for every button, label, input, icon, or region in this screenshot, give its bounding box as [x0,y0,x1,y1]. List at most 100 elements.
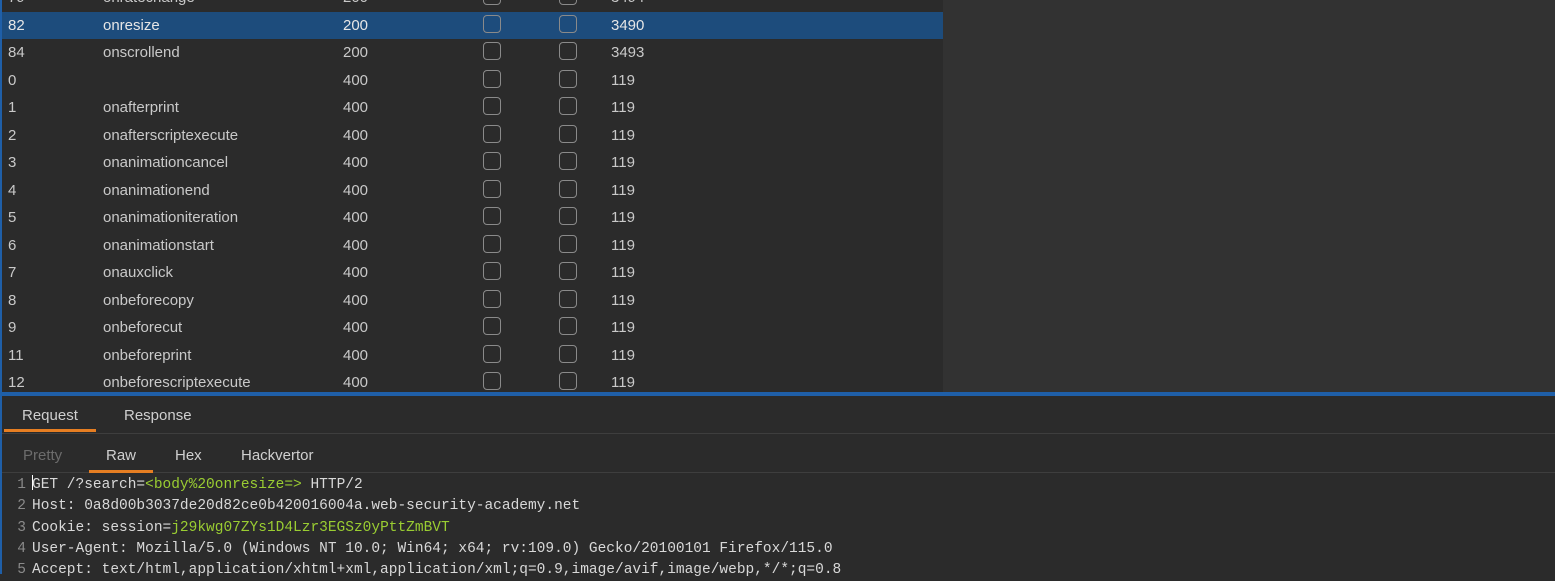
timeout-checkbox[interactable] [559,69,577,88]
param-value: j29kwg07ZYs1D4Lzr3EGSz0yPttZmBVT [171,519,450,536]
status-code-cell: 400 [343,99,369,116]
status-code-cell: 400 [343,209,369,226]
status-code-cell: 400 [343,346,369,364]
length-cell: 119 [611,319,635,336]
request-number: 8 [8,291,17,309]
error-checkbox[interactable] [483,317,501,335]
timeout-checkbox[interactable] [559,124,577,143]
payload-cell: onanimationstart [103,236,214,254]
tab-hex[interactable]: Hex [175,436,202,472]
tab-raw[interactable]: Raw [88,436,154,473]
table-row[interactable]: 79 onratechange 200 3494 [2,0,943,11]
length-cell: 119 [611,236,635,254]
length-cell: 119 [611,154,635,171]
timeout-checkbox[interactable] [559,317,577,335]
timeout-checkbox[interactable] [559,97,577,115]
tab-hackvertor[interactable]: Hackvertor [241,436,314,472]
timeout-checkbox[interactable] [559,14,577,33]
error-checkbox[interactable] [483,207,501,225]
status-code-cell: 400 [343,264,369,281]
table-row[interactable]: 0 400 119 [2,67,943,94]
timeout-checkbox[interactable] [559,42,577,60]
request-number: 3 [8,154,17,171]
payload-cell: onbeforeprint [103,346,192,364]
status-code-cell: 200 [343,16,369,34]
error-checkbox[interactable] [483,97,501,115]
request-number: 12 [8,374,25,391]
error-checkbox[interactable] [483,124,501,143]
error-checkbox[interactable] [483,289,501,308]
request-number: 6 [8,236,17,254]
payload-cell: onafterscriptexecute [103,126,239,144]
payload-cell: onresize [103,16,160,34]
timeout-checkbox[interactable] [559,372,577,390]
table-row[interactable]: 1 onafterprint 400 119 [2,94,943,121]
status-code-cell: 400 [343,126,369,144]
error-checkbox[interactable] [483,0,501,5]
status-code-cell: 400 [343,181,369,199]
raw-request-editor[interactable]: 1 GET /?search=<body%20onresize=> HTTP/2 2… [2,475,1555,578]
tab-response[interactable]: Response [124,396,192,432]
timeout-checkbox[interactable] [559,179,577,198]
error-checkbox[interactable] [483,262,501,280]
request-number: 2 [8,126,17,144]
payload-cell: onanimationcancel [103,154,229,171]
table-row[interactable]: 82 onresize 200 3490 [2,11,943,39]
error-checkbox[interactable] [483,42,501,60]
error-checkbox[interactable] [483,69,501,88]
view-mode-tabs: Pretty Raw Hex Hackvertor [2,436,1555,473]
length-cell: 119 [611,99,635,116]
error-checkbox[interactable] [483,14,501,33]
table-row[interactable]: 7 onauxclick 400 119 [2,259,943,286]
table-row[interactable]: 2 onafterscriptexecute 400 119 [2,122,943,149]
table-row[interactable]: 3 onanimationcancel 400 119 [2,149,943,176]
timeout-checkbox[interactable] [559,207,577,225]
length-cell: 119 [611,181,635,199]
table-row[interactable]: 6 onanimationstart 400 119 [2,232,943,259]
timeout-checkbox[interactable] [559,152,577,170]
error-checkbox[interactable] [483,372,501,390]
status-code-cell: 400 [343,374,369,391]
payload-cell: onbeforecopy [103,291,194,309]
request-number: 82 [8,16,25,34]
timeout-checkbox[interactable] [559,262,577,280]
tab-request[interactable]: Request [4,396,96,432]
status-code-cell: 200 [343,44,369,61]
line-number: 4 [17,540,26,557]
table-row[interactable]: 12 onbeforescriptexecute 400 119 [2,369,943,392]
table-row[interactable]: 84 onscrollend 200 3493 [2,39,943,66]
request-text: GET /?search= [32,477,146,493]
length-cell: 119 [611,71,635,89]
error-checkbox[interactable] [483,344,501,363]
payload-cell: onanimationiteration [103,209,239,226]
tab-pretty[interactable]: Pretty [23,436,62,472]
status-code-cell: 400 [343,319,369,336]
timeout-checkbox[interactable] [559,0,577,5]
request-text: Host: 0a8d00b3037de20d82ce0b420016004a.w… [32,498,581,515]
request-number: 7 [8,264,17,281]
request-number: 0 [8,71,17,89]
table-row[interactable]: 8 onbeforecopy 400 119 [2,287,943,314]
table-row[interactable]: 4 onanimationend 400 119 [2,177,943,204]
timeout-checkbox[interactable] [559,234,577,253]
request-text: Accept: text/html,application/xhtml+xml,… [32,562,842,579]
payload-cell: onbeforescriptexecute [103,374,251,391]
table-row[interactable]: 5 onanimationiteration 400 119 [2,204,943,231]
length-cell: 3493 [611,44,645,61]
table-row[interactable]: 9 onbeforecut 400 119 [2,314,943,341]
request-number: 1 [8,99,17,116]
error-checkbox[interactable] [483,179,501,198]
error-checkbox[interactable] [483,234,501,253]
request-line: 5 Accept: text/html,application/xhtml+xml… [2,560,841,581]
timeout-checkbox[interactable] [559,289,577,308]
table-row[interactable]: 11 onbeforeprint 400 119 [2,342,943,369]
line-number: 3 [17,519,26,536]
error-checkbox[interactable] [483,152,501,170]
timeout-checkbox[interactable] [559,344,577,363]
status-code-cell: 200 [343,0,368,11]
length-cell: 119 [611,374,635,391]
line-number: 2 [17,498,26,515]
payload-cell: onbeforecut [103,319,183,336]
line-number: 1 [17,477,26,493]
payload-cell: onanimationend [103,181,210,199]
